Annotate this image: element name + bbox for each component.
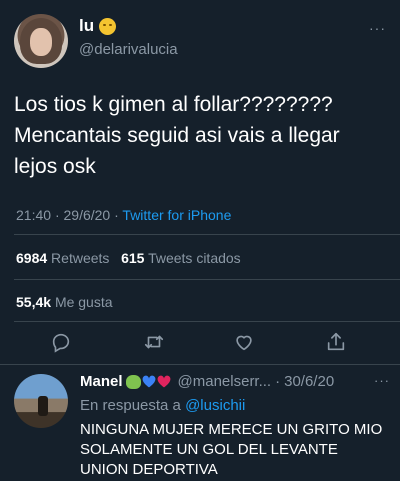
divider [14, 234, 400, 235]
blue-heart-emoji-icon [142, 375, 155, 388]
divider [14, 321, 400, 322]
meta-separator: · [54, 207, 60, 223]
divider [14, 279, 400, 280]
retweets-count: 6984 [16, 250, 48, 266]
reply-author-name[interactable]: Manel [80, 373, 123, 390]
tweet-meta: 21:40 · 29/6/20 · Twitter for iPhone [16, 207, 231, 223]
meta-separator: · [114, 207, 119, 223]
reply-text: NINGUNA MUJER MERECE UN GRITO MIO SOLAME… [80, 421, 383, 478]
reply-date[interactable]: 30/6/20 [284, 373, 334, 390]
like-icon[interactable] [230, 328, 258, 356]
tweet-detail-view: lu @delarivalucia ··· Los tios k gimen a… [0, 0, 400, 481]
reply-author-avatar[interactable] [14, 374, 68, 428]
share-icon[interactable] [322, 328, 350, 356]
tweet-date[interactable]: 29/6/20 [64, 207, 111, 223]
author-avatar[interactable] [14, 14, 68, 68]
retweets-label: Retweets [51, 250, 110, 266]
tweet-text: Los tios k gimen al follar???????? Menca… [14, 93, 340, 178]
retweet-stats: 6984 Retweets 615 Tweets citados [16, 250, 241, 266]
red-heart-emoji-icon [157, 375, 170, 388]
likes-count: 55,4k [16, 294, 52, 310]
author-display-name[interactable]: lu [79, 16, 117, 36]
quotes-label: Tweets citados [148, 250, 241, 266]
reply-separator: · [275, 373, 281, 390]
tweet-time[interactable]: 21:40 [16, 207, 51, 223]
more-options-icon[interactable]: ··· [369, 20, 386, 36]
retweet-icon[interactable] [140, 328, 168, 356]
reply-header: Manel @manelserr... · 30/6/20 ··· [80, 373, 390, 390]
in-reply-to: En respuesta a @lusichii [80, 397, 245, 414]
frog-emoji-icon [125, 374, 141, 389]
retweets-stat[interactable]: 6984 Retweets [16, 250, 109, 266]
reply-author-handle[interactable]: @manelserr... [178, 373, 272, 390]
divider [0, 364, 400, 365]
tweet-source-link[interactable]: Twitter for iPhone [122, 207, 231, 223]
likes-label: Me gusta [54, 294, 113, 310]
quotes-count: 615 [121, 250, 145, 266]
in-reply-to-label: En respuesta a [80, 397, 181, 414]
quotes-stat[interactable]: 615 Tweets citados [121, 250, 241, 266]
author-handle[interactable]: @delarivalucia [79, 41, 178, 58]
avatar-face [30, 28, 52, 56]
tweet-action-bar [0, 328, 400, 356]
likes-stat[interactable]: 55,4k Me gusta [16, 294, 113, 310]
reply-icon[interactable] [47, 328, 75, 356]
author-name-text: lu [79, 16, 95, 35]
in-reply-to-mention[interactable]: @lusichii [185, 397, 245, 414]
sun-face-emoji-icon [99, 17, 117, 35]
avatar-figure [38, 396, 48, 416]
reply-more-options-icon[interactable]: ··· [374, 373, 390, 388]
